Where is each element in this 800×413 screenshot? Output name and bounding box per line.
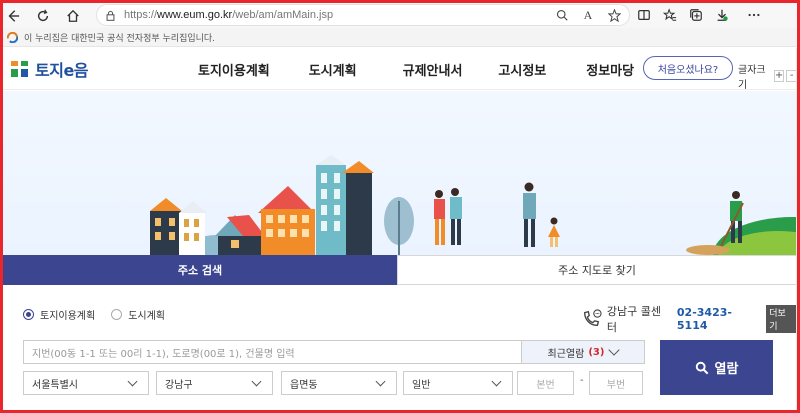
call-center-more-button[interactable]: 더보기: [766, 305, 798, 333]
chevron-down-icon: [251, 376, 262, 387]
bubun-input[interactable]: 부번: [589, 371, 643, 395]
chevron-down-icon: [608, 344, 621, 356]
gov-emblem-icon: [7, 31, 18, 43]
select-dong[interactable]: 읍면동: [281, 371, 397, 395]
search-panel: 토지이용계획 도시계획 강남구 콜센터 02-3423-5114 더보기 지번(…: [3, 285, 798, 410]
select-land-type[interactable]: 일반: [403, 371, 513, 395]
bubun-placeholder: 부번: [606, 379, 626, 391]
lot-number-dash: -: [580, 375, 584, 386]
select-land-type-value: 일반: [412, 379, 431, 391]
site-logo[interactable]: 토지e음: [9, 57, 89, 81]
favorite-star-icon[interactable]: [607, 8, 621, 22]
search-icon: [695, 361, 708, 374]
url-text: https://www.eum.go.kr/web/am/amMain.jsp: [124, 9, 334, 21]
view-button-label: 열람: [714, 362, 739, 377]
main-nav: 토지이용계획 도시계획 규제안내서 고시정보 정보마당: [198, 60, 634, 79]
hero-illustration: [3, 91, 797, 255]
font-size-control: 글자크기 + -: [738, 61, 797, 91]
town-illustration: [150, 155, 797, 255]
home-icon[interactable]: [62, 5, 84, 27]
lock-icon: [106, 10, 115, 21]
address-search-placeholder: 지번(00동 1-1 또는 00리 1-1), 도로명(00로 1), 건물명 …: [32, 348, 295, 360]
zoom-icon[interactable]: [555, 8, 569, 22]
tab-map-search[interactable]: 주소 지도로 찾기: [397, 255, 797, 285]
view-button[interactable]: 열람: [660, 340, 773, 395]
bonbun-input[interactable]: 본번: [517, 371, 574, 395]
site-header: 토지e음 토지이용계획 도시계획 규제안내서 고시정보 정보마당 처음오셨나요?…: [3, 48, 797, 91]
tab-address-search[interactable]: 주소 검색: [3, 255, 397, 292]
call-center-label: 강남구 콜센터: [606, 305, 662, 334]
refresh-icon[interactable]: [32, 5, 54, 27]
nav-info-plaza[interactable]: 정보마당: [586, 60, 634, 79]
split-screen-icon[interactable]: [636, 6, 652, 24]
font-size-plus-button[interactable]: +: [773, 70, 785, 82]
address-bar[interactable]: https://www.eum.go.kr/web/am/amMain.jsp …: [96, 4, 630, 26]
call-center: 강남구 콜센터 02-3423-5114 더보기: [581, 303, 798, 335]
select-dong-value: 읍면동: [290, 379, 318, 391]
favorites-icon[interactable]: [662, 6, 678, 24]
recent-views-button[interactable]: 최근열람 (3): [521, 340, 645, 364]
tab-map-search-label: 주소 지도로 찾기: [558, 264, 636, 277]
recent-views-count: (3): [588, 346, 605, 358]
select-sido-value: 서울특별시: [32, 379, 78, 391]
select-sido[interactable]: 서울특별시: [23, 371, 149, 395]
gov-notice-text: 이 누리집은 대한민국 공식 전자정부 누리집입니다.: [24, 33, 216, 44]
collections-icon[interactable]: [688, 6, 704, 24]
nav-regulation-guide[interactable]: 규제안내서: [403, 60, 463, 79]
phone-icon: [584, 309, 602, 327]
more-options-icon[interactable]: [746, 6, 762, 24]
chevron-down-icon: [375, 376, 386, 387]
font-size-label: 글자크기: [738, 65, 766, 91]
download-icon[interactable]: [714, 6, 730, 24]
recent-views-label: 최근열람: [547, 348, 585, 360]
screen-border-top: [0, 0, 800, 3]
nav-urban-plan[interactable]: 도시계획: [309, 60, 357, 79]
select-sigungu[interactable]: 강남구: [156, 371, 273, 395]
radio-urban-plan-label[interactable]: 도시계획: [128, 307, 165, 322]
chevron-down-icon: [491, 376, 502, 387]
search-tabs: 주소 검색 주소 지도로 찾기: [3, 255, 797, 292]
logo-mark-icon: [11, 61, 28, 77]
back-icon[interactable]: [2, 5, 24, 27]
radio-land-use-plan[interactable]: [23, 309, 34, 320]
chevron-down-icon: [127, 376, 138, 387]
select-sigungu-value: 강남구: [165, 379, 193, 391]
read-aloud-icon[interactable]: A: [581, 8, 595, 22]
logo-text: 토지e음: [35, 61, 89, 80]
nav-notice-info[interactable]: 고시정보: [498, 60, 546, 79]
radio-urban-plan[interactable]: [111, 309, 123, 320]
address-search-input[interactable]: 지번(00동 1-1 또는 00리 1-1), 도로명(00로 1), 건물명 …: [23, 340, 521, 364]
tab-address-search-label: 주소 검색: [177, 264, 223, 277]
plan-type-radio-group: 토지이용계획 도시계획: [23, 307, 181, 322]
browser-toolbar: https://www.eum.go.kr/web/am/amMain.jsp …: [0, 3, 800, 28]
first-visit-button[interactable]: 처음오셨나요?: [643, 56, 733, 80]
nav-land-use-plan[interactable]: 토지이용계획: [198, 60, 270, 79]
gov-notice-bar: 이 누리집은 대한민국 공식 전자정부 누리집입니다.: [3, 28, 797, 47]
call-center-number[interactable]: 02-3423-5114: [677, 306, 762, 332]
right-divider: [796, 48, 797, 413]
radio-land-use-plan-label[interactable]: 토지이용계획: [40, 307, 95, 322]
bonbun-placeholder: 본번: [536, 379, 555, 391]
